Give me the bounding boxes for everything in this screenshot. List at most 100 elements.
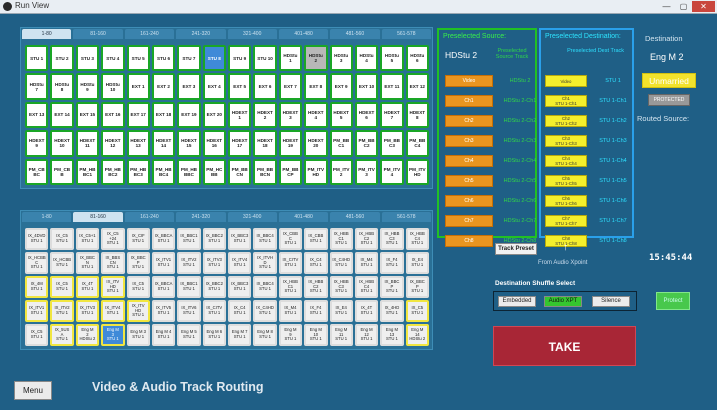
source-button-hdext-15[interactable]: HDEXT 15 [177,130,201,157]
dest-track-ch5-button[interactable]: Ch5 STU 1-Ch5 [545,175,587,187]
destination-button-ix-citv[interactable]: IX_CITV STU 1 [202,300,226,322]
source-button-pm-hb-bc1[interactable]: PM_HB BC1 [75,158,100,185]
source-button-stu-5[interactable]: STU 5 [126,45,150,72]
source-button-hdext-6[interactable]: HDEXT 6 [354,101,379,129]
dest-tab-1-80[interactable]: 1-80 [22,212,72,222]
source-button-stu-6[interactable]: STU 6 [151,45,176,72]
source-button-stu-9[interactable]: STU 9 [228,45,252,72]
source-button-hdext-1[interactable]: HDEXT 1 [228,101,252,129]
source-button-pm-bb-bcn[interactable]: PM_BB BCN [253,158,277,185]
minimize-button[interactable]: — [658,1,675,12]
source-tab-561-578[interactable]: 561-578 [381,29,431,39]
source-button-ext-2[interactable]: EXT 2 [151,73,176,100]
destination-button-ix-hbb[interactable]: IX_HBB C2 STU 1 [304,276,328,298]
destination-button-ix-hcbb[interactable]: IX_HCBB STU 1 [50,252,74,274]
destination-button-ix-c5[interactable]: IX_C5 STU 1 [25,324,49,346]
destination-button-ix-bbc[interactable]: IX_BBC P STU 1 [126,252,150,274]
destination-button-ix-hbb[interactable]: IX_HBB C4 STU 1 [354,276,379,298]
destination-button-ix-itv[interactable]: IX_ITV HD STU 1 [126,300,150,322]
source-tab-161-240[interactable]: 161-240 [124,29,175,39]
source-button-pm-hb-bc3[interactable]: PM_HB BC3 [126,158,150,185]
source-button-ext-3[interactable]: EXT 3 [177,73,201,100]
destination-button-ix-cbb[interactable]: IX_CBB STU 1 [304,228,328,250]
destination-button-eng-m-4[interactable]: Eng M 4 STU 1 [151,324,176,346]
source-button-hdext-2[interactable]: HDEXT 2 [253,101,277,129]
destination-button-ix-itv[interactable]: IX_ITV HD STU 1 [101,276,125,298]
dest-track-ch7-button[interactable]: Ch7 STU 1-Ch7 [545,215,587,227]
source-button-ext-9[interactable]: EXT 9 [329,73,353,100]
source-button-stu-7[interactable]: STU 7 [177,45,201,72]
destination-button-ix-itv3[interactable]: IX_ITV3 STU 1 [202,252,226,274]
source-track-ch3-button[interactable]: Ch3 [445,135,493,147]
source-button-hdext-9[interactable]: HDEXT 9 [25,130,49,157]
source-tab-81-160[interactable]: 81-160 [73,29,123,39]
source-button-ext-10[interactable]: EXT 10 [354,73,379,100]
destination-button-ix-c5[interactable]: IX_C5 STU 1 [50,276,74,298]
source-button-pm-bb-cp[interactable]: PM_BB CP [278,158,303,185]
destination-button-ix-c4[interactable]: IX_C4 STU 1 [304,252,328,274]
source-button-hdstu-5[interactable]: HDStu 5 [380,45,404,72]
destination-button-ix-bbc1[interactable]: IX_BBC1 STU 1 [177,228,201,250]
destination-button-ix-c5[interactable]: IX_C5 +24 STU 1 [101,228,125,250]
source-button-pm-itv-4[interactable]: PM_ITV 4 [380,158,404,185]
destination-button-ix-hbb[interactable]: IX_HBB C3 STU 1 [329,276,353,298]
destination-button-ix-c4hd[interactable]: IX_C4HD STU 1 [329,252,353,274]
destination-button-ix-itv2[interactable]: IX_ITV2 STU 1 [50,300,74,322]
destination-button-eng-m-3[interactable]: Eng M 3 STU 1 [126,324,150,346]
source-button-hdext-5[interactable]: HDEXT 5 [329,101,353,129]
source-button-pm-bb-c3[interactable]: PM_BB C3 [380,130,404,157]
dest-track-ch1-button[interactable]: Ch1 STU 1-Ch1 [545,95,587,107]
source-button-hdext-19[interactable]: HDEXT 19 [278,130,303,157]
destination-button-ix-cif[interactable]: IX_CIF STU 1 [126,228,150,250]
source-button-ext-16[interactable]: EXT 16 [101,101,125,129]
destination-button-ix-itv6[interactable]: IX_ITV6 STU 1 [177,300,201,322]
source-button-ext-17[interactable]: EXT 17 [126,101,150,129]
dest-tab-321-400[interactable]: 321-400 [227,212,277,222]
maximize-button[interactable]: ▢ [675,1,692,12]
destination-button-ix-hbb[interactable]: IX_HBB C3 STU 1 [380,228,404,250]
destination-button-ix-hbb[interactable]: IX_HBB C1 STU 1 [329,228,353,250]
destination-button-ix-bbc[interactable]: IX_BBC N STU 1 [75,252,100,274]
destination-button-ix-c4hd[interactable]: IX_C4HD STU 1 [253,300,277,322]
destination-button-ix-itv1[interactable]: IX_ITV1 STU 1 [151,252,176,274]
destination-button-ix-itvh[interactable]: IX_ITVH D STU 1 [253,252,277,274]
source-button-hdstu-8[interactable]: HDStu 8 [50,73,74,100]
destination-button-ix-m4[interactable]: IX_M4 STU 1 [354,252,379,274]
track-preset-button[interactable]: Track Preset [495,243,537,255]
source-button-pm-itv-hd[interactable]: PM_ITV HD [405,158,429,185]
shuffle-silence-button[interactable]: Silence [592,296,630,307]
source-button-pm-cb-bc[interactable]: PM_CB BC [25,158,49,185]
destination-button-ix-4dvd[interactable]: IX_4DVD STU 1 [25,228,49,250]
source-button-ext-4[interactable]: EXT 4 [202,73,226,100]
destination-button-ix-c4[interactable]: IX_C4 STU 1 [228,300,252,322]
source-button-hdext-10[interactable]: HDEXT 10 [50,130,74,157]
destination-button-eng-m[interactable]: Eng M 13 STU 1 [380,324,404,346]
dest-tab-81-160[interactable]: 81-160 [73,212,123,222]
source-button-hdext-13[interactable]: HDEXT 13 [126,130,150,157]
source-button-ext-7[interactable]: EXT 7 [278,73,303,100]
source-button-stu-1[interactable]: STU 1 [25,45,49,72]
source-button-pm-hc-bb[interactable]: PM_HC BB [202,158,226,185]
destination-button-ix-hbb[interactable]: IX_HBB C2 STU 1 [354,228,379,250]
source-button-hdext-18[interactable]: HDEXT 18 [253,130,277,157]
source-button-hdext-16[interactable]: HDEXT 16 [202,130,226,157]
source-tab-481-560[interactable]: 481-560 [330,29,380,39]
source-button-hdext-14[interactable]: HDEXT 14 [151,130,176,157]
source-button-ext-6[interactable]: EXT 6 [253,73,277,100]
source-button-ext-12[interactable]: EXT 12 [405,73,429,100]
source-tab-241-320[interactable]: 241-320 [176,29,226,39]
source-button-pm-itv-2[interactable]: PM_ITV 2 [329,158,353,185]
dest-tab-241-320[interactable]: 241-320 [176,212,226,222]
dest-tab-481-560[interactable]: 481-560 [330,212,380,222]
destination-button-eng-m[interactable]: Eng M 11 STU 1 [329,324,353,346]
source-button-hdext-11[interactable]: HDEXT 11 [75,130,100,157]
source-button-hdext-8[interactable]: HDEXT 8 [405,101,429,129]
source-button-hdext-20[interactable]: HDEXT 20 [304,130,328,157]
dest-track-video-button[interactable]: Video [545,75,587,87]
source-button-hdext-4[interactable]: HDEXT 4 [304,101,328,129]
source-button-pm-cb-b[interactable]: PM_CB B [50,158,74,185]
source-button-ext-20[interactable]: EXT 20 [202,101,226,129]
dest-tab-401-480[interactable]: 401-480 [278,212,329,222]
source-button-ext-15[interactable]: EXT 15 [75,101,100,129]
dest-track-ch2-button[interactable]: Ch2 STU 1-Ch2 [545,115,587,127]
